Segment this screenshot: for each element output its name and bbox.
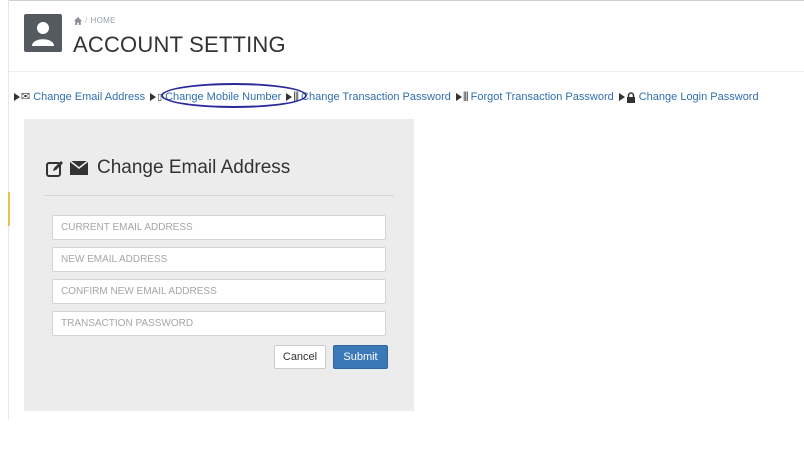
- user-icon: [32, 22, 54, 46]
- envelope-icon: [70, 161, 88, 175]
- barcode-icon: |||: [293, 91, 299, 102]
- mobile-icon: ▯: [157, 91, 163, 102]
- edit-icon: [46, 160, 63, 177]
- page-title: ACCOUNT SETTING: [73, 32, 286, 57]
- page-header: / HOME ACCOUNT SETTING: [16, 10, 796, 68]
- arrow-right-icon: [286, 93, 293, 101]
- settings-nav: ✉ Change Email Address ▯ Change Mobile N…: [14, 88, 759, 106]
- arrow-right-icon: [150, 93, 157, 101]
- home-icon[interactable]: [74, 16, 82, 25]
- panel-title-text: Change Email Address: [97, 157, 291, 178]
- nav-item-forgot-transaction-password[interactable]: ||| Forgot Transaction Password: [455, 91, 614, 103]
- frame-top-border: [8, 0, 804, 1]
- arrow-right-icon: [14, 93, 20, 101]
- panel-divider: [44, 195, 394, 196]
- nav-item-label: Change Email Address: [33, 91, 146, 103]
- confirm-new-email-field[interactable]: [52, 279, 386, 304]
- nav-item-label: Change Login Password: [638, 91, 759, 103]
- breadcrumb: / HOME: [74, 16, 116, 25]
- submit-button[interactable]: Submit: [333, 345, 388, 369]
- breadcrumb-home-label[interactable]: HOME: [91, 16, 116, 25]
- new-email-field[interactable]: [52, 247, 386, 272]
- change-email-panel: Change Email Address Cancel Submit: [24, 119, 414, 411]
- nav-item-label: Change Transaction Password: [301, 91, 451, 103]
- nav-item-change-email[interactable]: ✉ Change Email Address: [14, 91, 145, 103]
- arrow-right-icon: [618, 93, 625, 101]
- lock-icon: [626, 91, 635, 103]
- nav-item-change-transaction-password[interactable]: ||| Change Transaction Password: [286, 91, 451, 103]
- breadcrumb-separator: /: [85, 16, 88, 25]
- current-email-field[interactable]: [52, 215, 386, 240]
- header-divider: [9, 71, 804, 72]
- left-edge-marker: [8, 192, 10, 226]
- cancel-button[interactable]: Cancel: [274, 345, 326, 369]
- nav-item-change-mobile[interactable]: ▯ Change Mobile Number: [150, 91, 281, 103]
- panel-title: Change Email Address: [46, 157, 290, 179]
- avatar: [24, 14, 62, 52]
- envelope-icon: ✉: [21, 90, 31, 103]
- barcode-icon: |||: [462, 91, 469, 102]
- arrow-right-icon: [455, 93, 462, 101]
- nav-item-label: Change Mobile Number: [165, 91, 282, 103]
- transaction-password-field[interactable]: [52, 311, 386, 336]
- nav-item-change-login-password[interactable]: Change Login Password: [618, 91, 759, 103]
- nav-item-label: Forgot Transaction Password: [470, 91, 614, 103]
